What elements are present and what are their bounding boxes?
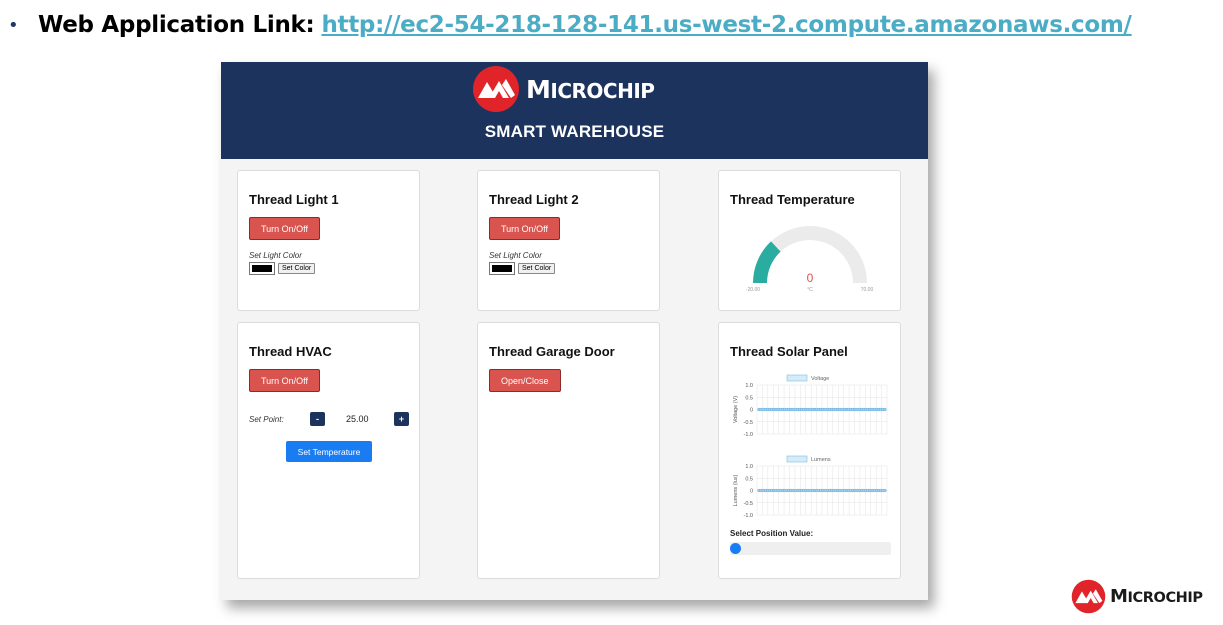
y-tick-label: -0.5 <box>744 420 753 426</box>
data-point <box>883 488 887 493</box>
web-app-link-label: Web Application Link: <box>38 12 315 38</box>
app-header: MICROCHIP SMART WAREHOUSE <box>221 62 928 159</box>
y-tick-label: 0 <box>750 489 753 495</box>
legend-swatch <box>786 374 808 382</box>
set-point-increment-button[interactable]: + <box>394 412 409 426</box>
set-point-value: 25.00 <box>346 414 369 424</box>
light-1-color-picker[interactable] <box>249 262 275 275</box>
y-axis-label: Lumens (lux) <box>733 474 739 506</box>
position-slider[interactable] <box>730 542 891 555</box>
y-tick-label: 0 <box>750 408 753 414</box>
gauge-fill <box>753 241 781 283</box>
gauge-value: 0 <box>807 271 814 285</box>
set-temperature-button[interactable]: Set Temperature <box>286 441 372 462</box>
set-light-color-label: Set Light Color <box>489 251 542 260</box>
color-swatch <box>492 265 512 272</box>
y-tick-label: 1.0 <box>745 383 753 389</box>
gauge-unit: °C <box>807 287 813 293</box>
card-thread-light-2: Thread Light 2 Turn On/Off Set Light Col… <box>477 170 660 311</box>
light-1-set-color-button[interactable]: Set Color <box>278 263 316 274</box>
color-swatch <box>252 265 272 272</box>
card-thread-temperature: Thread Temperature 0 °C -20.00 70.00 <box>718 170 901 311</box>
microchip-logo: MICROCHIP <box>472 66 668 112</box>
card-thread-solar-panel: Thread Solar Panel Voltage 1.0 0.5 0 -0.5 -1.… <box>718 322 901 579</box>
web-app-link[interactable]: http://ec2-54-218-128-141.us-west-2.comp… <box>321 12 1131 38</box>
garage-door-toggle-button[interactable]: Open/Close <box>489 369 561 392</box>
legend-label: Voltage <box>811 376 829 382</box>
hvac-toggle-button[interactable]: Turn On/Off <box>249 369 321 392</box>
card-thread-light-1: Thread Light 1 Turn On/Off Set Light Col… <box>237 170 420 311</box>
y-tick-label: 0.5 <box>745 395 753 401</box>
y-tick-label: -1.0 <box>744 513 753 519</box>
solar-charts: Voltage 1.0 0.5 0 -0.5 -1.0 Voltage (V) Lumens 1… <box>733 374 888 519</box>
set-point-decrement-button[interactable]: - <box>310 412 325 426</box>
microchip-corner-logo: MICROCHIP <box>1071 577 1221 615</box>
set-light-color-label: Set Light Color <box>249 251 302 260</box>
microchip-logo-icon <box>473 66 519 112</box>
microchip-wordmark: MICROCHIP <box>526 74 655 104</box>
gauge-min: -20.00 <box>746 287 760 293</box>
microchip-wordmark: MICROCHIP <box>1110 585 1203 607</box>
legend-label: Lumens <box>811 457 831 463</box>
light-2-toggle-button[interactable]: Turn On/Off <box>489 217 561 240</box>
y-tick-label: 0.5 <box>745 476 753 482</box>
y-tick-label: -0.5 <box>744 501 753 507</box>
slide-bullet-line: • Web Application Link: http://ec2-54-21… <box>8 8 1132 42</box>
y-tick-label: 1.0 <box>745 464 753 470</box>
y-axis-label: Voltage (V) <box>733 396 739 423</box>
microchip-logo-icon <box>1071 579 1106 613</box>
select-position-label: Select Position Value: <box>730 529 814 538</box>
card-title: Thread Garage Door <box>489 344 615 359</box>
light-2-color-picker[interactable] <box>489 262 515 275</box>
light-1-toggle-button[interactable]: Turn On/Off <box>249 217 321 240</box>
card-title: Thread HVAC <box>249 344 332 359</box>
page-title: SMART WAREHOUSE <box>484 122 665 141</box>
temperature-gauge: 0 °C -20.00 70.00 <box>746 226 874 293</box>
legend-swatch <box>786 455 808 463</box>
smart-warehouse-app: MICROCHIP SMART WAREHOUSE Thread Light 1… <box>221 62 928 600</box>
card-thread-hvac: Thread HVAC Turn On/Off Set Point: - 25.… <box>237 322 420 579</box>
y-tick-label: -1.0 <box>744 432 753 438</box>
set-point-label: Set Point: <box>249 415 284 424</box>
gauge-max: 70.00 <box>861 287 874 293</box>
card-title: Thread Light 2 <box>489 192 579 207</box>
bullet-marker: • <box>8 14 19 36</box>
data-point <box>883 407 887 412</box>
card-title: Thread Light 1 <box>249 192 339 207</box>
light-2-set-color-button[interactable]: Set Color <box>518 263 556 274</box>
card-thread-garage-door: Thread Garage Door Open/Close <box>477 322 660 579</box>
position-slider-thumb[interactable] <box>730 543 741 554</box>
